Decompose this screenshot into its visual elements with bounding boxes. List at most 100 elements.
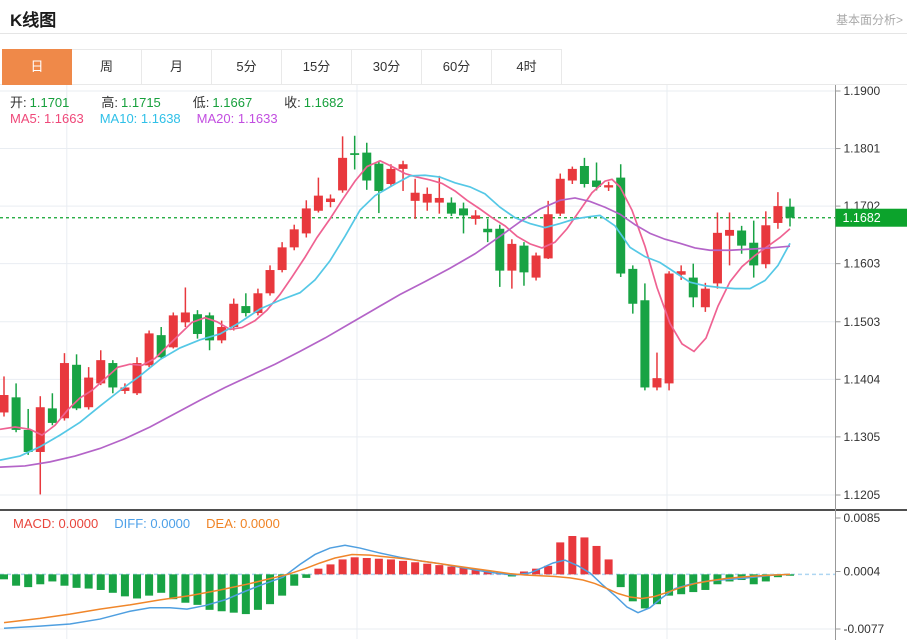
candle-body xyxy=(713,233,722,284)
macd-hist-bar xyxy=(157,574,165,592)
macd-hist-bar xyxy=(314,569,322,575)
macd-hist-bar xyxy=(423,564,431,575)
macd-axis-label: 0.0085 xyxy=(844,511,881,525)
candle-body xyxy=(652,378,661,387)
candle-body xyxy=(483,229,492,232)
candle-body xyxy=(471,215,480,218)
current-price-badge-text: 1.1682 xyxy=(843,211,881,225)
macd-hist-bar xyxy=(181,574,189,602)
candle-body xyxy=(616,178,625,274)
candle-body xyxy=(0,395,9,412)
candle-body xyxy=(725,230,734,236)
macd-hist-bar xyxy=(218,574,226,611)
candle-body xyxy=(241,306,250,313)
macd-hist-bar xyxy=(363,558,371,574)
tab-4hour[interactable]: 4时 xyxy=(492,49,562,85)
macd-hist-bar xyxy=(36,574,44,584)
candle-body xyxy=(773,206,782,223)
page-title: K线图 xyxy=(10,6,56,31)
candle-body xyxy=(266,270,275,293)
candle-body xyxy=(326,199,335,202)
macd-hist-bar xyxy=(641,574,649,608)
candle-body xyxy=(399,164,408,169)
tab-day[interactable]: 日 xyxy=(2,49,72,85)
candle-body xyxy=(532,256,541,278)
candle-body xyxy=(423,194,432,203)
tab-60min[interactable]: 60分 xyxy=(422,49,492,85)
macd-hist-bar xyxy=(447,567,455,575)
macd-hist-bar xyxy=(556,542,564,574)
macd-hist-bar xyxy=(399,561,407,574)
candle-body xyxy=(157,335,166,357)
macd-hist-bar xyxy=(617,574,625,587)
tab-month[interactable]: 月 xyxy=(142,49,212,85)
candle-body xyxy=(568,169,577,181)
candle-body xyxy=(689,278,698,298)
macd-hist-bar xyxy=(290,574,298,585)
price-axis-label: 1.1503 xyxy=(844,315,881,329)
candle-body xyxy=(48,408,57,423)
macd-hist-bar xyxy=(169,574,177,599)
macd-hist-bar xyxy=(351,557,359,574)
macd-hist-bar xyxy=(60,574,68,585)
macd-hist-bar xyxy=(48,574,56,581)
macd-axis-label: 0.0004 xyxy=(844,565,881,579)
candle-body xyxy=(181,312,190,322)
macd-hist-bar xyxy=(302,574,310,578)
macd-hist-bar xyxy=(73,574,81,587)
candle-body xyxy=(628,269,637,304)
macd-hist-bar xyxy=(24,574,32,587)
candle-body xyxy=(447,203,456,214)
macd-hist-bar xyxy=(242,574,250,614)
kline-chart-canvas[interactable]: 1.19001.18011.17021.16031.15031.14041.13… xyxy=(0,85,907,640)
macd-hist-bar xyxy=(387,559,395,574)
price-axis-label: 1.1603 xyxy=(844,257,881,271)
candle-body xyxy=(556,179,565,214)
macd-hist-bar xyxy=(230,574,238,612)
candle-body xyxy=(786,207,795,218)
timeframe-tab-bar: 日周月5分15分30分60分4时 xyxy=(0,49,907,85)
candle-body xyxy=(193,314,202,334)
macd-hist-bar xyxy=(326,564,334,574)
candle-body xyxy=(278,247,287,270)
candle-body xyxy=(604,185,613,187)
macd-hist-bar xyxy=(12,574,20,585)
fundamental-analysis-link[interactable]: 基本面分析> xyxy=(836,11,903,28)
candle-body xyxy=(302,208,311,233)
candle-body xyxy=(640,300,649,387)
candle-body xyxy=(314,196,323,211)
macd-hist-bar xyxy=(411,562,419,574)
macd-hist-bar xyxy=(109,574,117,592)
candle-body xyxy=(386,169,395,184)
price-axis-label: 1.1404 xyxy=(844,372,881,386)
tab-5min[interactable]: 5分 xyxy=(212,49,282,85)
macd-hist-bar xyxy=(568,536,576,574)
tab-15min[interactable]: 15分 xyxy=(282,49,352,85)
candle-body xyxy=(350,153,359,155)
candle-body xyxy=(507,244,516,271)
macd-hist-bar xyxy=(605,559,613,574)
macd-hist-bar xyxy=(435,565,443,574)
tab-week[interactable]: 周 xyxy=(72,49,142,85)
macd-hist-bar xyxy=(85,574,93,588)
price-axis-label: 1.1305 xyxy=(844,430,881,444)
candle-body xyxy=(701,289,710,308)
candle-body xyxy=(374,164,383,191)
candle-body xyxy=(12,397,21,430)
macd-hist-bar xyxy=(145,574,153,595)
page-header: K线图 基本面分析> xyxy=(0,0,907,34)
macd-hist-bar xyxy=(0,574,8,579)
candle-body xyxy=(737,231,746,246)
macd-hist-bar xyxy=(121,574,129,596)
price-axis-label: 1.1900 xyxy=(844,85,881,98)
candle-body xyxy=(411,193,420,201)
tab-30min[interactable]: 30分 xyxy=(352,49,422,85)
macd-hist-bar xyxy=(193,574,201,605)
candle-body xyxy=(580,166,589,184)
macd-hist-bar xyxy=(97,574,105,590)
chart-area: 1.19001.18011.17021.16031.15031.14041.13… xyxy=(0,85,907,640)
macd-hist-bar xyxy=(375,559,383,575)
candle-body xyxy=(338,158,347,191)
candle-body xyxy=(24,430,33,452)
macd-hist-bar xyxy=(593,546,601,574)
